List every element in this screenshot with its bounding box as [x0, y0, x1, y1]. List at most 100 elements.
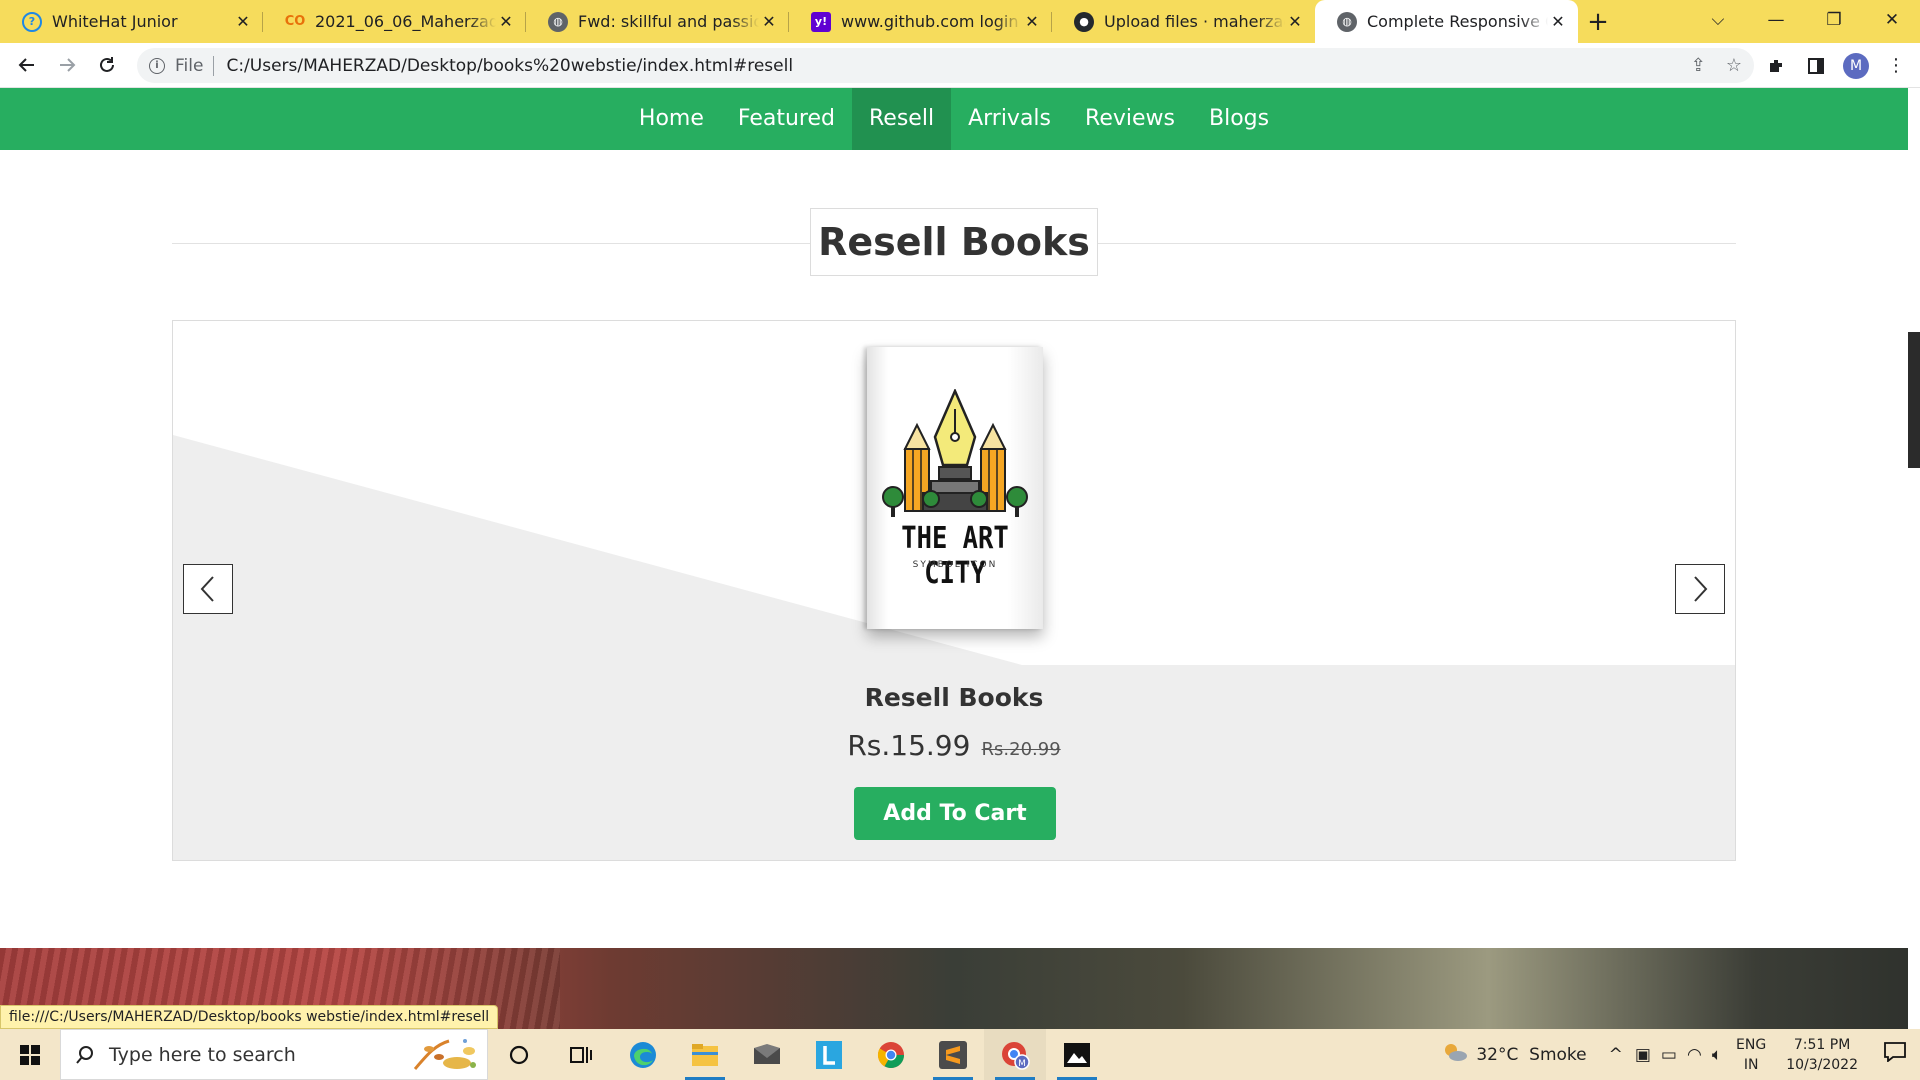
clock[interactable]: 7:51 PM 10/3/2022	[1786, 1035, 1858, 1075]
price-row: Rs.15.99 Rs.20.99	[173, 729, 1735, 762]
photos-icon[interactable]	[1046, 1029, 1108, 1080]
clock-date: 10/3/2022	[1786, 1056, 1858, 1073]
profile-avatar[interactable]: M	[1836, 46, 1876, 86]
cortana-icon[interactable]	[488, 1029, 550, 1080]
product-price: Rs.15.99	[847, 729, 971, 762]
wifi-icon[interactable]: ◠	[1687, 1045, 1702, 1065]
nav-link-reviews[interactable]: Reviews	[1068, 88, 1192, 150]
back-icon[interactable]	[7, 45, 47, 85]
close-tab-icon[interactable]: ✕	[496, 12, 516, 31]
nav-link-blogs[interactable]: Blogs	[1192, 88, 1286, 150]
resell-slider: THE ART CITY SYMBOL ICON Resell Books Rs…	[172, 320, 1736, 861]
nav-link-resell[interactable]: Resell	[852, 88, 952, 150]
chevron-right-icon	[1694, 576, 1708, 602]
mail-icon[interactable]	[736, 1029, 798, 1080]
scheme-label: File	[175, 55, 204, 76]
nav-link-featured[interactable]: Featured	[721, 88, 852, 150]
browser-tab[interactable]: CO 2021_06_06_Maherzad_Proj ✕	[263, 0, 526, 43]
site-info-icon[interactable]: i	[149, 57, 165, 74]
globe-icon: ◍	[548, 11, 568, 32]
show-hidden-icons-icon[interactable]: ^	[1609, 1045, 1623, 1065]
sublime-text-icon[interactable]	[922, 1029, 984, 1080]
book-cover-subtitle: SYMBOL ICON	[912, 560, 998, 570]
github-icon: ●	[1074, 11, 1094, 32]
book-cover-image[interactable]: THE ART CITY SYMBOL ICON	[867, 347, 1043, 629]
language-code: ENG	[1736, 1036, 1767, 1053]
bookmark-star-icon[interactable]: ☆	[1726, 55, 1742, 76]
scrollbar-thumb[interactable]	[1908, 332, 1920, 468]
section-heading: Resell Books	[810, 208, 1098, 276]
tab-title: Complete Responsive Onlin	[1367, 12, 1548, 31]
task-view-icon[interactable]	[550, 1029, 612, 1080]
weather-icon[interactable]	[1442, 1042, 1468, 1067]
windows-logo-icon	[20, 1044, 40, 1065]
close-tab-icon[interactable]: ✕	[1285, 12, 1305, 31]
address-divider	[213, 55, 215, 76]
address-bar[interactable]: i File C:/Users/MAHERZAD/Desktop/books%2…	[137, 48, 1754, 83]
system-tray: 32°C Smoke ^ ▣ ▭ ◠ 🔈︎ ENG IN 7:51 PM 10/…	[1442, 1029, 1920, 1080]
chrome-profile-icon[interactable]: M	[984, 1029, 1046, 1080]
profile-initial: M	[1843, 52, 1869, 79]
edge-browser-icon[interactable]	[612, 1029, 674, 1080]
tab-title: Fwd: skillful and passionate	[578, 12, 759, 31]
side-panel-icon[interactable]	[1796, 46, 1836, 86]
tab-strip: ? WhiteHat Junior ✕ CO 2021_06_06_Maherz…	[0, 0, 1920, 43]
file-explorer-icon[interactable]	[674, 1029, 736, 1080]
chevron-left-icon	[200, 576, 214, 602]
search-placeholder: Type here to search	[109, 1043, 296, 1066]
nav-link-arrivals[interactable]: Arrivals	[951, 88, 1068, 150]
language-indicator[interactable]: ENG IN	[1736, 1035, 1766, 1075]
slider-prev-button[interactable]	[183, 564, 233, 614]
language-region: IN	[1743, 1056, 1759, 1073]
close-tab-icon[interactable]: ✕	[233, 12, 253, 31]
whitehat-icon: ?	[22, 11, 42, 32]
tab-search-icon[interactable]: ⌵	[1690, 0, 1746, 40]
browser-tab[interactable]: y! www.github.com login - Yah ✕	[789, 0, 1052, 43]
tab-title: 2021_06_06_Maherzad_Proj	[315, 12, 496, 31]
status-bar-url: file:///C:/Users/MAHERZAD/Desktop/books …	[0, 1005, 499, 1029]
windows-start-button[interactable]	[0, 1029, 60, 1080]
page-viewport: Home Featured Resell Arrivals Reviews Bl…	[0, 88, 1920, 1029]
svg-text:M: M	[1018, 1059, 1026, 1069]
windows-taskbar: Type here to search M 32°C Smoke ^ ▣ ▭ ◠…	[0, 1029, 1920, 1080]
chrome-icon[interactable]	[860, 1029, 922, 1080]
share-icon[interactable]: ⇪	[1691, 55, 1706, 76]
close-tab-icon[interactable]: ✕	[1022, 12, 1042, 31]
browser-tab[interactable]: ? WhiteHat Junior ✕	[0, 0, 263, 43]
forward-icon[interactable]	[47, 45, 87, 85]
book-cover-title: THE ART CITY	[901, 521, 1009, 591]
menu-kebab-icon[interactable]: ⋮	[1876, 46, 1916, 86]
extensions-icon[interactable]	[1756, 46, 1796, 86]
tab-title: www.github.com login - Yah	[841, 12, 1022, 31]
weather-text[interactable]: 32°C Smoke	[1476, 1045, 1586, 1065]
yahoo-icon: y!	[811, 11, 831, 32]
product-name: Resell Books	[864, 683, 1044, 712]
browser-tab[interactable]: ● Upload files · maherzad/ma ✕	[1052, 0, 1315, 43]
volume-icon[interactable]: 🔈︎	[1712, 1045, 1722, 1065]
network-status-icon[interactable]: ▣	[1635, 1045, 1651, 1065]
search-highlight-illustration-icon	[413, 1039, 476, 1070]
l-app-icon[interactable]	[798, 1029, 860, 1080]
product-old-price: Rs.20.99	[981, 739, 1061, 760]
new-tab-button[interactable]: +	[1578, 0, 1618, 43]
address-url[interactable]: C:/Users/MAHERZAD/Desktop/books%20websti…	[226, 56, 793, 76]
minimize-icon[interactable]: —	[1748, 0, 1804, 40]
close-tab-icon[interactable]: ✕	[1548, 12, 1568, 31]
taskbar-search[interactable]: Type here to search	[60, 1029, 488, 1080]
clock-time: 7:51 PM	[1793, 1036, 1851, 1053]
section-heading-row: Resell Books	[172, 208, 1736, 278]
tab-title: WhiteHat Junior	[52, 12, 178, 31]
browser-tab[interactable]: ◍ Fwd: skillful and passionate ✕	[526, 0, 789, 43]
reload-icon[interactable]	[87, 45, 127, 85]
battery-icon[interactable]: ▭	[1661, 1045, 1677, 1065]
address-actions: ⇪ ☆	[1691, 48, 1742, 83]
globe-icon: ◍	[1337, 11, 1357, 32]
nav-link-home[interactable]: Home	[622, 88, 721, 150]
notifications-icon[interactable]	[1884, 1042, 1906, 1067]
close-window-icon[interactable]: ✕	[1864, 0, 1920, 40]
close-tab-icon[interactable]: ✕	[759, 12, 779, 31]
add-to-cart-button[interactable]: Add To Cart	[854, 787, 1056, 840]
restore-icon[interactable]: ❐	[1806, 0, 1862, 40]
slider-next-button[interactable]	[1675, 564, 1725, 614]
browser-tab-active[interactable]: ◍ Complete Responsive Onlin ✕	[1315, 0, 1578, 43]
